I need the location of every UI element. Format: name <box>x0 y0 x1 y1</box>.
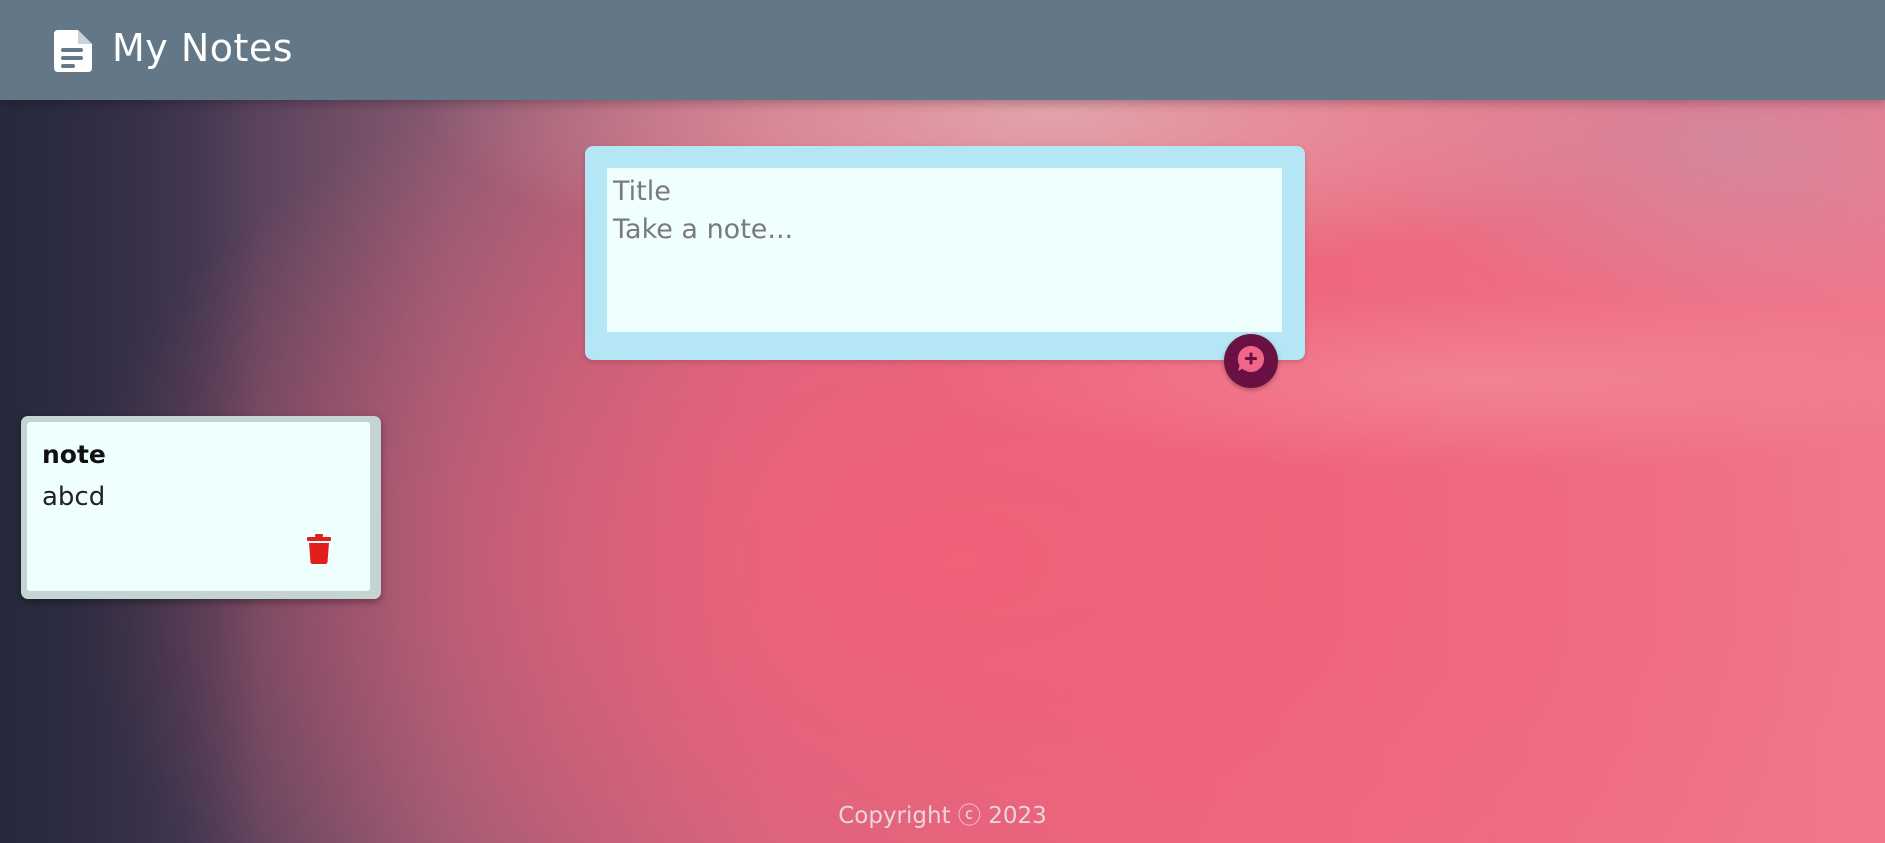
copyright-text: Copyright ⓒ 2023 <box>838 803 1047 829</box>
note-content: abcd <box>42 482 106 512</box>
app-header: My Notes <box>0 0 1885 100</box>
add-comment-icon <box>1236 344 1266 378</box>
note-title-input[interactable] <box>607 168 1282 214</box>
footer: Copyright ⓒ 2023 <box>0 796 1885 830</box>
note-card: note abcd <box>21 416 381 599</box>
note-card-body: note abcd <box>27 422 370 591</box>
note-document-icon <box>50 30 92 72</box>
note-composer <box>585 146 1305 360</box>
note-title: note <box>42 440 106 469</box>
note-content-input[interactable] <box>607 214 1282 332</box>
background-highlight <box>1365 100 1885 320</box>
composer-input-area <box>607 168 1282 332</box>
app-title: My Notes <box>112 26 294 70</box>
trash-icon <box>307 534 331 568</box>
delete-note-button[interactable] <box>304 534 334 568</box>
add-note-button[interactable] <box>1224 334 1278 388</box>
